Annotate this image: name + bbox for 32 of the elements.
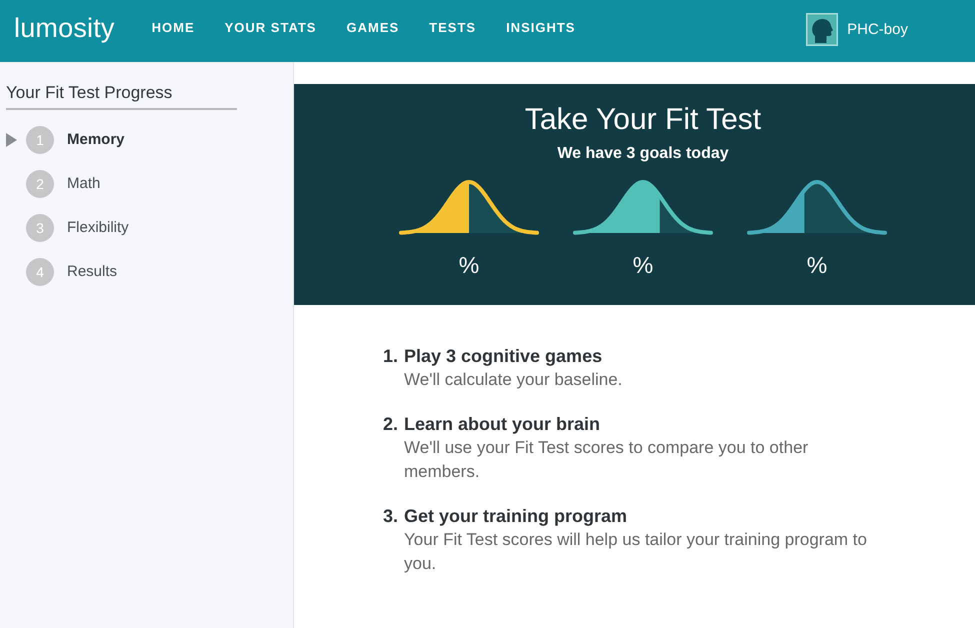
step-description: We'll calculate your baseline. xyxy=(404,369,624,391)
list-number: 2. xyxy=(383,413,400,436)
step-title: Get your training program xyxy=(404,505,628,528)
nav-link[interactable]: GAMES xyxy=(346,19,400,37)
sidebar-step[interactable]: Flexibility xyxy=(67,218,129,238)
list-number: 3. xyxy=(383,505,400,528)
hero-subtitle: We have 3 goals today xyxy=(557,144,729,164)
step-number: 1 xyxy=(26,126,54,154)
step-title: Learn about your brain xyxy=(404,413,600,436)
step-number: 2 xyxy=(26,170,54,198)
user-name[interactable]: PHC-boy xyxy=(847,20,908,40)
step-description: We'll use your Fit Test scores to compare you to other members. xyxy=(404,437,810,483)
sidebar-step[interactable]: Results xyxy=(67,262,118,282)
sidebar-title: Your Fit Test Progress xyxy=(6,83,237,110)
avatar-icon[interactable] xyxy=(806,13,838,46)
sidebar-step[interactable]: Math xyxy=(67,174,100,194)
triangle-icon xyxy=(6,133,17,147)
nav-link[interactable]: TESTS xyxy=(429,19,476,37)
nav-link[interactable]: HOME xyxy=(152,19,195,37)
goal-percent: % xyxy=(632,252,654,278)
goal-percent: % xyxy=(806,252,828,278)
step-number: 3 xyxy=(26,214,54,242)
goal-percent: % xyxy=(458,252,480,278)
nav-link[interactable]: YOUR STATS xyxy=(224,19,316,37)
hero-title: Take Your Fit Test xyxy=(524,102,762,138)
logo[interactable]: lumosity xyxy=(14,12,115,44)
step-number: 4 xyxy=(26,258,54,286)
sidebar-step[interactable]: Memory xyxy=(67,130,125,150)
step-description: Your Fit Test scores will help us tailor your training program to you. xyxy=(404,529,868,575)
nav-link[interactable]: INSIGHTS xyxy=(506,19,576,37)
step-title: Play 3 cognitive games xyxy=(404,345,602,368)
list-number: 1. xyxy=(383,345,400,368)
